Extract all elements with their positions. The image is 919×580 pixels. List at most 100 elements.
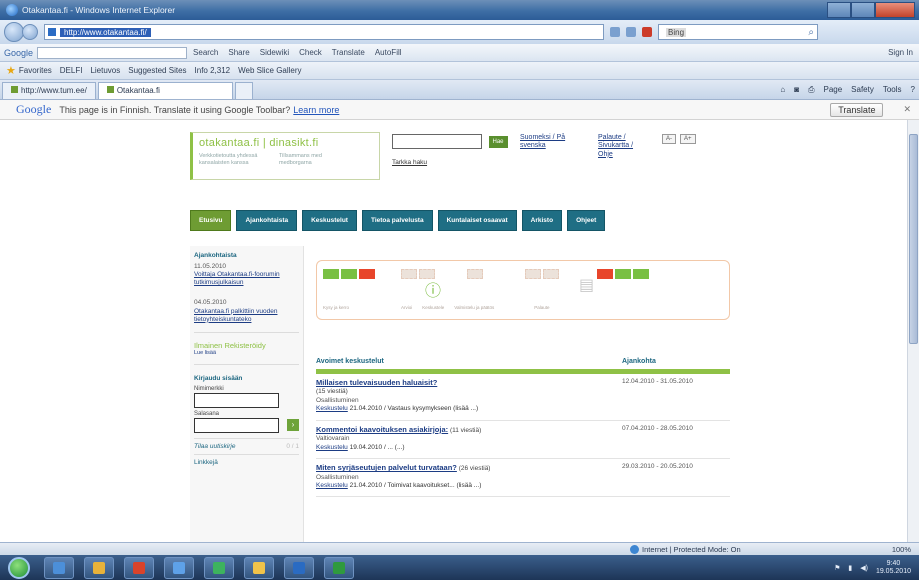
discussion-title-link[interactable]: Kommentoi kaavoituksen asiakirjoja: <box>316 425 448 434</box>
google-search-input[interactable] <box>37 46 188 59</box>
favorite-item[interactable]: Web Slice Gallery <box>238 66 301 75</box>
browser-search-box[interactable]: Bing ⌕ <box>658 24 818 40</box>
back-button[interactable] <box>4 22 24 42</box>
favorites-star-icon[interactable]: ★ <box>6 64 16 77</box>
favorite-item[interactable]: Suggested Sites <box>128 66 186 75</box>
clock[interactable]: 9:40 19.05.2010 <box>876 560 911 575</box>
news-heading: Ajankohtaista <box>194 252 237 259</box>
favorite-item[interactable]: Lietuvos <box>90 66 120 75</box>
folder-taskbar-icon[interactable] <box>244 556 274 579</box>
nav-kuntalaiset[interactable]: Kuntalaiset osaavat <box>437 210 517 231</box>
nav-ajankohtaista[interactable]: Ajankohtaista <box>236 210 298 231</box>
register-more-link[interactable]: Lue lisää <box>194 350 299 356</box>
favorite-item[interactable]: Info 2,312 <box>195 66 231 75</box>
google-search-button[interactable]: Search <box>193 48 218 57</box>
scrollbar-thumb[interactable] <box>909 134 918 344</box>
nav-ohjeet[interactable]: Ohjeet <box>567 210 606 231</box>
discussion-row: Kommentoi kaavoituksen asiakirjoja: (11 … <box>316 421 730 460</box>
password-label: Salasana <box>194 410 220 417</box>
home-icon[interactable]: ⌂ <box>780 85 785 95</box>
refresh-icon[interactable] <box>626 27 636 37</box>
discussion-title-link[interactable]: Millaisen tulevaisuuden haluaisit? <box>316 378 437 387</box>
news-link[interactable]: Voittaja Otakantaa.fi-foorumin tutkimusj… <box>194 271 299 287</box>
feedback-sitemap-link[interactable]: Palaute / Sivukartta / Ohje <box>598 134 648 159</box>
favorite-item[interactable]: DELFI <box>60 66 83 75</box>
address-bar[interactable]: http://www.otakantaa.fi/ <box>44 24 604 40</box>
google-signin-link[interactable]: Sign In <box>888 48 913 57</box>
flow-label: Arvioi <box>401 305 413 310</box>
google-check-button[interactable]: Check <box>299 48 322 57</box>
learn-more-link[interactable]: Learn more <box>293 105 339 115</box>
nav-arkisto[interactable]: Arkisto <box>521 210 563 231</box>
google-translate-button[interactable]: Translate <box>332 48 365 57</box>
translate-message: This page is in Finnish. Translate it us… <box>59 104 291 115</box>
username-field[interactable] <box>194 392 279 408</box>
discussion-latest-link[interactable]: Keskustelu <box>316 405 348 412</box>
help-icon[interactable]: ? <box>911 85 915 95</box>
dropdown-icon[interactable] <box>610 27 620 37</box>
network-icon[interactable]: ▮ <box>848 564 852 572</box>
register-link[interactable]: Ilmainen Rekisteröidy Lue lisää <box>190 339 303 358</box>
discussion-latest-link[interactable]: Keskustelu <box>316 482 348 489</box>
process-banner[interactable]: ⓘ ▤ Kysy ja kerro Arvioi Keskustele Valm… <box>316 260 730 320</box>
discussion-latest: 19.04.2010 / ... (...) <box>349 443 405 451</box>
app-taskbar-icon[interactable] <box>204 556 234 579</box>
nav-keskustelut[interactable]: Keskustelut <box>302 210 357 231</box>
google-autofill-button[interactable]: AutoFill <box>375 48 402 57</box>
google-share-button[interactable]: Share <box>228 48 249 57</box>
maximize-button[interactable] <box>851 2 875 18</box>
forward-button[interactable] <box>22 24 38 40</box>
password-field[interactable] <box>194 417 279 433</box>
volume-icon[interactable]: ◀) <box>860 564 868 572</box>
ie-taskbar-icon[interactable] <box>44 556 74 579</box>
nav-etusivu[interactable]: Etusivu <box>190 210 232 231</box>
favorites-button[interactable]: Favorites <box>19 66 52 75</box>
explorer-taskbar-icon[interactable] <box>84 556 114 579</box>
username-label: Nimimerkki <box>194 385 224 392</box>
word-taskbar-icon[interactable] <box>284 556 314 579</box>
clock-date: 19.05.2010 <box>875 567 911 575</box>
site-search-button[interactable]: Hae <box>488 135 508 148</box>
zoom-level[interactable]: 100% <box>892 545 911 554</box>
page-menu[interactable]: Page <box>823 85 842 95</box>
site-search-input[interactable] <box>392 134 482 149</box>
address-url[interactable]: http://www.otakantaa.fi/ <box>60 27 151 37</box>
stop-icon[interactable] <box>642 27 652 37</box>
close-icon[interactable]: ✕ <box>903 104 911 115</box>
discussion-title-link[interactable]: Miten syrjäseutujen palvelut turvataan? <box>316 463 457 472</box>
login-button[interactable]: › <box>287 419 299 432</box>
google-sidewiki-button[interactable]: Sidewiki <box>260 48 289 57</box>
tray-flag-icon[interactable]: ⚑ <box>834 564 840 572</box>
discussion-category: Osallistuminen <box>316 473 359 481</box>
vertical-scrollbar[interactable] <box>907 120 919 542</box>
tab-otakantaa[interactable]: Otakantaa.fi <box>97 82 233 99</box>
newsletter-link[interactable]: Tilaa uutiskirje 0 / 1 <box>194 437 299 455</box>
start-button[interactable] <box>8 556 30 579</box>
security-zone[interactable]: Internet | Protected Mode: On <box>630 544 741 554</box>
safety-menu[interactable]: Safety <box>851 85 874 95</box>
nav-tietoa-palvelusta[interactable]: Tietoa palvelusta <box>361 210 433 231</box>
search-icon[interactable]: ⌕ <box>808 27 814 38</box>
tools-menu[interactable]: Tools <box>883 85 902 95</box>
font-smaller-button[interactable]: A- <box>662 134 676 144</box>
ie-icon <box>6 4 18 16</box>
print-icon[interactable]: ⎙ <box>808 85 814 95</box>
news-link[interactable]: Otakantaa.fi palkittiin vuoden tietoyhte… <box>194 308 299 324</box>
discussion-latest-link[interactable]: Keskustelu <box>316 444 348 451</box>
ie-window-taskbar-icon[interactable] <box>164 556 194 579</box>
discussion-category: Osallistuminen <box>316 396 359 404</box>
close-window-button[interactable] <box>875 2 915 18</box>
flow-label: Kysy ja kerro <box>323 305 350 310</box>
translate-button[interactable]: Translate <box>830 102 884 117</box>
tab-tum[interactable]: http://www.tum.ee/ <box>2 82 96 99</box>
window-titlebar: Otakantaa.fi - Windows Internet Explorer <box>0 0 919 20</box>
feeds-icon[interactable]: ◙ <box>794 85 799 95</box>
font-larger-button[interactable]: A+ <box>680 134 696 144</box>
excel-taskbar-icon[interactable] <box>324 556 354 579</box>
minimize-button[interactable] <box>827 2 851 18</box>
advanced-search-link[interactable]: Tarkka haku <box>392 159 508 166</box>
site-logo[interactable]: otakantaa.fi | dinasikt.fi Verkkotietout… <box>190 132 380 180</box>
media-player-taskbar-icon[interactable] <box>124 556 154 579</box>
language-link[interactable]: Suomeksi / På svenska <box>520 134 580 151</box>
new-tab-button[interactable] <box>234 82 253 99</box>
